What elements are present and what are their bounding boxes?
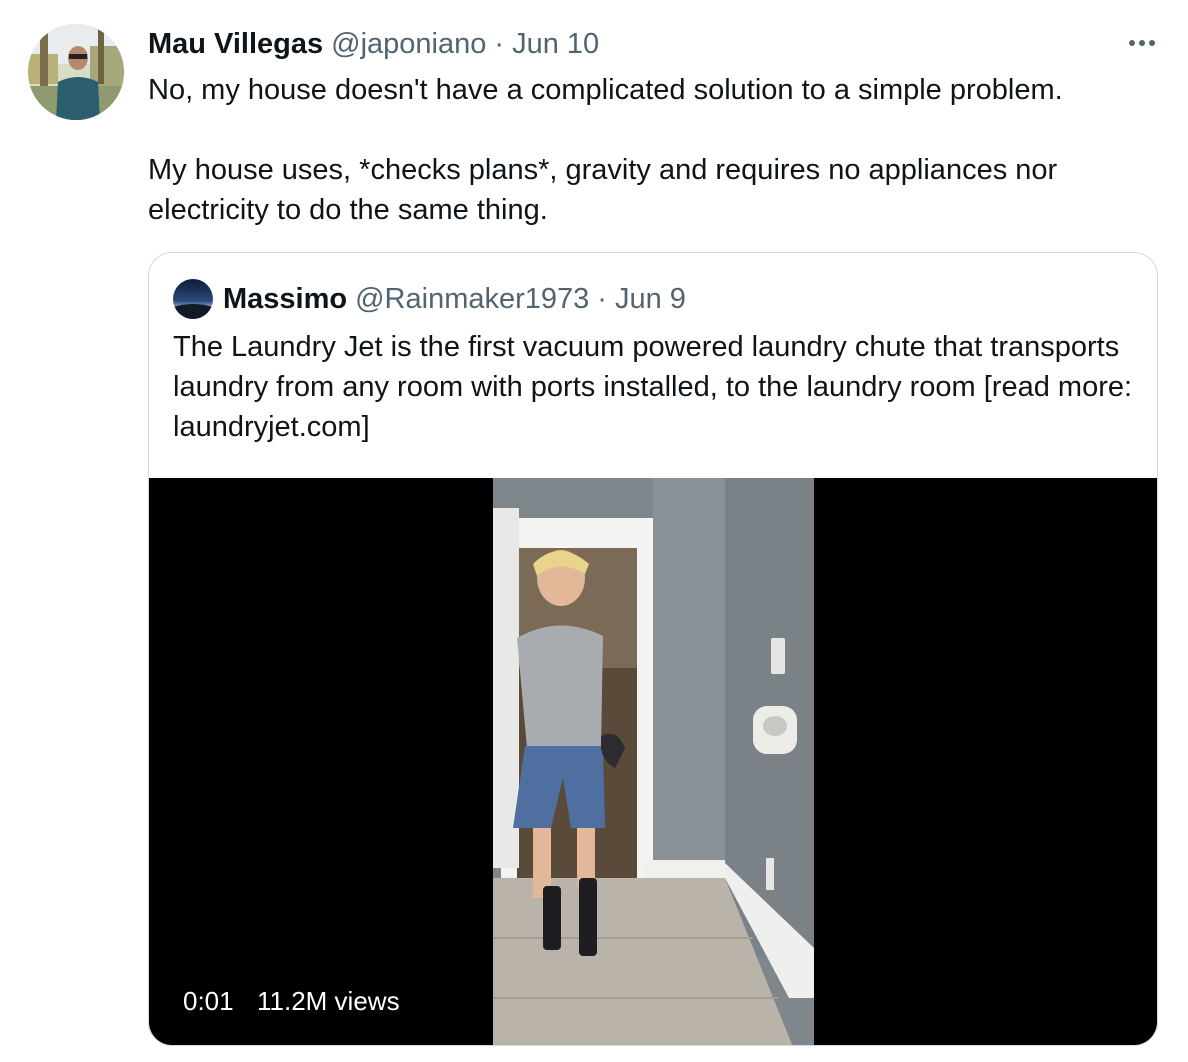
tweet-paragraph: My house uses, *checks plans*, gravity a… — [148, 154, 1058, 226]
more-options-button[interactable] — [1122, 28, 1162, 58]
quoted-author-avatar[interactable] — [173, 279, 213, 319]
quoted-tweet-text: The Laundry Jet is the first vacuum powe… — [173, 331, 1133, 443]
video-frame — [493, 478, 814, 1045]
quoted-tweet-card[interactable]: Massimo @Rainmaker1973 · Jun 9 The Laund… — [148, 252, 1158, 1046]
quoted-author-name[interactable]: Massimo — [223, 283, 347, 316]
quoted-author-handle[interactable]: @Rainmaker1973 — [355, 283, 589, 316]
separator-dot: · — [597, 282, 607, 315]
video-elapsed-time: 0:01 — [183, 986, 234, 1016]
avatar-photo — [173, 279, 213, 319]
video-thumbnail — [493, 478, 814, 1045]
more-horizontal-icon — [1129, 40, 1135, 46]
more-horizontal-icon — [1139, 40, 1145, 46]
video-player[interactable]: 0:01 11.2M views — [149, 478, 1157, 1045]
author-avatar[interactable] — [28, 24, 124, 120]
tweet-text: No, my house doesn't have a complicated … — [148, 70, 1138, 230]
quoted-tweet-date[interactable]: Jun 9 — [615, 283, 686, 316]
tweet-header: Mau Villegas @japoniano · Jun 10 — [148, 24, 599, 64]
quoted-tweet-header: Massimo @Rainmaker1973 · Jun 9 — [173, 279, 686, 319]
video-view-count: 11.2M views — [257, 986, 400, 1016]
more-horizontal-icon — [1149, 40, 1155, 46]
avatar-photo — [28, 24, 124, 120]
tweet-paragraph: No, my house doesn't have a complicated … — [148, 74, 1063, 106]
separator-dot: · — [494, 27, 505, 60]
tweet-date[interactable]: Jun 10 — [512, 28, 599, 61]
author-handle[interactable]: @japoniano — [331, 28, 486, 61]
author-name[interactable]: Mau Villegas — [148, 28, 323, 61]
